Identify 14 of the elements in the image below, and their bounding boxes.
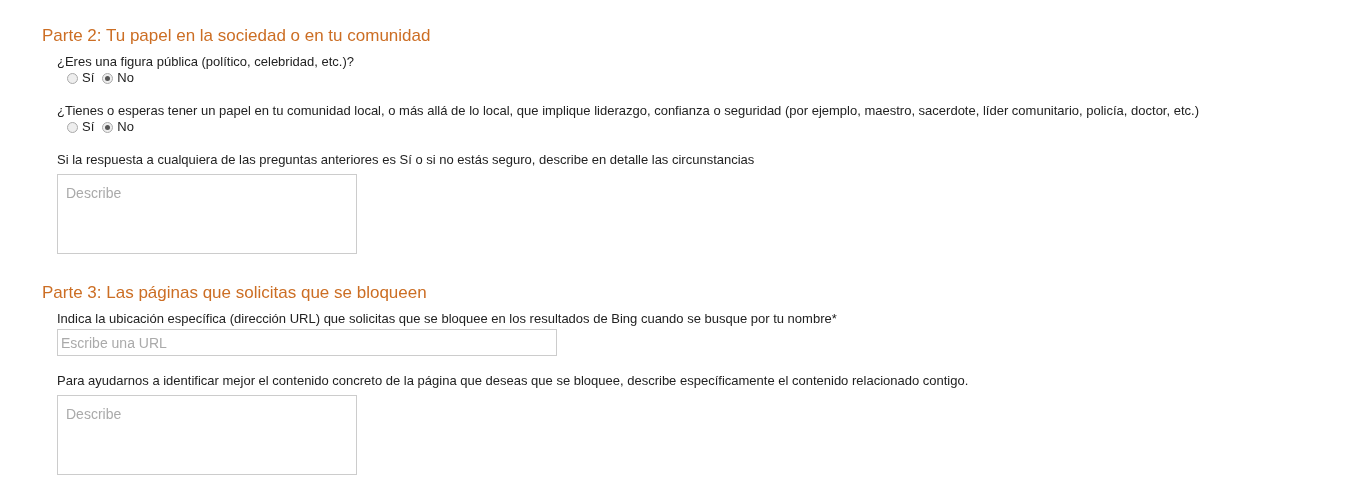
url-field[interactable]: Escribe una URL <box>57 329 557 356</box>
section-heading: Parte 3: Las páginas que solicitas que se bloqueen <box>42 283 428 303</box>
describe-field[interactable]: Describe <box>57 395 357 475</box>
radio-option[interactable]: Sí <box>67 70 95 86</box>
question-label: Si la respuesta a cualquiera de las preguntas anteriores es Sí o si no estás seguro, describe en detalle las circunstancias <box>57 152 756 168</box>
question-label: Para ayudarnos a identificar mejor el contenido concreto de la página que deseas que se bloquee, describe específicamente el contenido relacionado contigo. <box>57 373 970 389</box>
radio-option[interactable]: No <box>102 70 134 86</box>
section-heading: Parte 2: Tu papel en la sociedad o en tu comunidad <box>42 26 432 46</box>
question-label: ¿Eres una figura pública (político, celebridad, etc.)? <box>57 54 355 70</box>
describe-field[interactable]: Describe <box>57 174 357 254</box>
radio-option[interactable]: No <box>102 119 134 135</box>
question-label: Indica la ubicación específica (dirección URL) que solicitas que se bloquee en los resultados de Bing cuando se busque por tu nombre* <box>57 311 838 327</box>
question-label: ¿Tienes o esperas tener un papel en tu comunidad local, o más allá de lo local, que implique liderazgo, confianza o seguridad (por ejemplo, maestro, sacerdote, líder comunitario, policía, doctor, etc.) <box>57 103 1200 119</box>
radio-option[interactable]: Sí <box>67 119 95 135</box>
